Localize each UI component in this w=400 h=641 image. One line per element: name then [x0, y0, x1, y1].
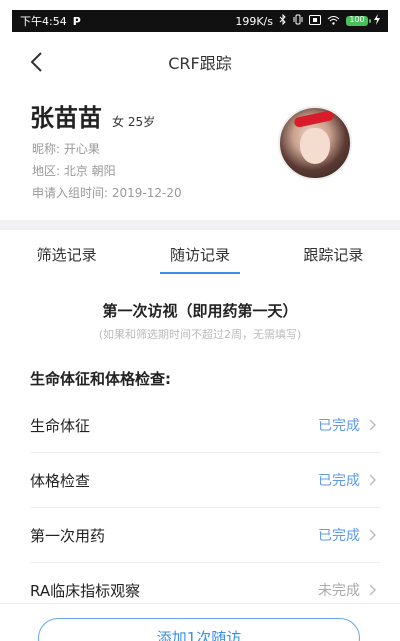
battery-level: 100	[349, 15, 365, 24]
app-screen: 下午4:54 P 199K/s 100 CRF跟踪 张苗苗 女 25岁 昵称: …	[0, 0, 400, 641]
record-tabs: 筛选记录 随访记录 跟踪记录	[0, 230, 400, 278]
avatar-hairband	[293, 109, 335, 129]
tab-tracking-records[interactable]: 跟踪记录	[267, 230, 400, 278]
list-item-physical-exam[interactable]: 体格检查 已完成	[30, 453, 380, 508]
status-bar: 下午4:54 P 199K/s 100	[12, 10, 388, 32]
vibrate-icon	[293, 14, 303, 28]
back-button[interactable]	[24, 50, 48, 74]
visit-note: (如果和筛选期时间不超过2周，无需填写)	[98, 328, 302, 341]
page-title: CRF跟踪	[168, 54, 232, 73]
status-left: 下午4:54 P	[20, 13, 81, 29]
status-right: 199K/s 100	[235, 13, 380, 28]
avatar[interactable]	[278, 106, 352, 180]
chevron-right-icon	[366, 418, 380, 432]
battery-icon: 100	[346, 15, 371, 26]
bluetooth-icon	[279, 13, 287, 28]
status-time: 下午4:54	[20, 15, 67, 28]
list-item-label: RA临床指标观察	[30, 581, 141, 600]
list-item-vital-signs[interactable]: 生命体征 已完成	[30, 398, 380, 453]
patient-apply-date: 申请入组时间: 2019-12-20	[32, 186, 182, 200]
navigation-bar: CRF跟踪	[0, 40, 400, 84]
patient-gender-age: 女 25岁	[112, 115, 156, 129]
visit-title: 第一次访视（即用药第一天）	[102, 302, 298, 320]
checkup-list: 生命体征 已完成 体格检查 已完成 第一次用药 已完成 RA临床指标观察 未完成	[30, 398, 380, 618]
chevron-right-icon	[366, 583, 380, 597]
add-followup-button[interactable]: 添加1次随访	[38, 618, 360, 641]
status-label: 未完成	[318, 583, 360, 599]
tab-followup-records[interactable]: 随访记录	[133, 230, 266, 278]
chevron-right-icon	[366, 473, 380, 487]
list-item-status-group: 已完成	[318, 525, 380, 545]
wifi-icon	[327, 15, 340, 28]
list-item-label: 生命体征	[30, 416, 91, 435]
status-label: 已完成	[318, 418, 360, 434]
patient-nickname: 昵称: 开心果	[32, 142, 100, 156]
section-title: 生命体征和体格检查:	[30, 370, 171, 388]
chevron-right-icon	[366, 528, 380, 542]
list-item-status-group: 已完成	[318, 415, 380, 435]
chevron-left-icon	[30, 52, 42, 72]
net-speed: 199K/s	[235, 14, 273, 28]
list-item-label: 体格检查	[30, 471, 91, 490]
parking-app-icon: P	[72, 14, 81, 28]
tab-screening-records[interactable]: 筛选记录	[0, 230, 133, 278]
status-label: 已完成	[318, 528, 360, 544]
list-item-first-medication[interactable]: 第一次用药 已完成	[30, 508, 380, 563]
list-item-status-group: 已完成	[318, 470, 380, 490]
charging-icon	[374, 14, 380, 28]
section-divider	[0, 220, 400, 230]
nfc-icon	[309, 14, 321, 28]
list-item-status-group: 未完成	[318, 580, 380, 600]
avatar-face	[300, 128, 330, 164]
name-row: 张苗苗 女 25岁	[30, 98, 155, 133]
patient-profile: 张苗苗 女 25岁 昵称: 开心果 地区: 北京 朝阳 申请入组时间: 2019…	[0, 84, 400, 220]
patient-region: 地区: 北京 朝阳	[32, 164, 116, 178]
status-label: 已完成	[318, 473, 360, 489]
list-item-label: 第一次用药	[30, 526, 106, 545]
patient-name: 张苗苗	[30, 104, 102, 132]
